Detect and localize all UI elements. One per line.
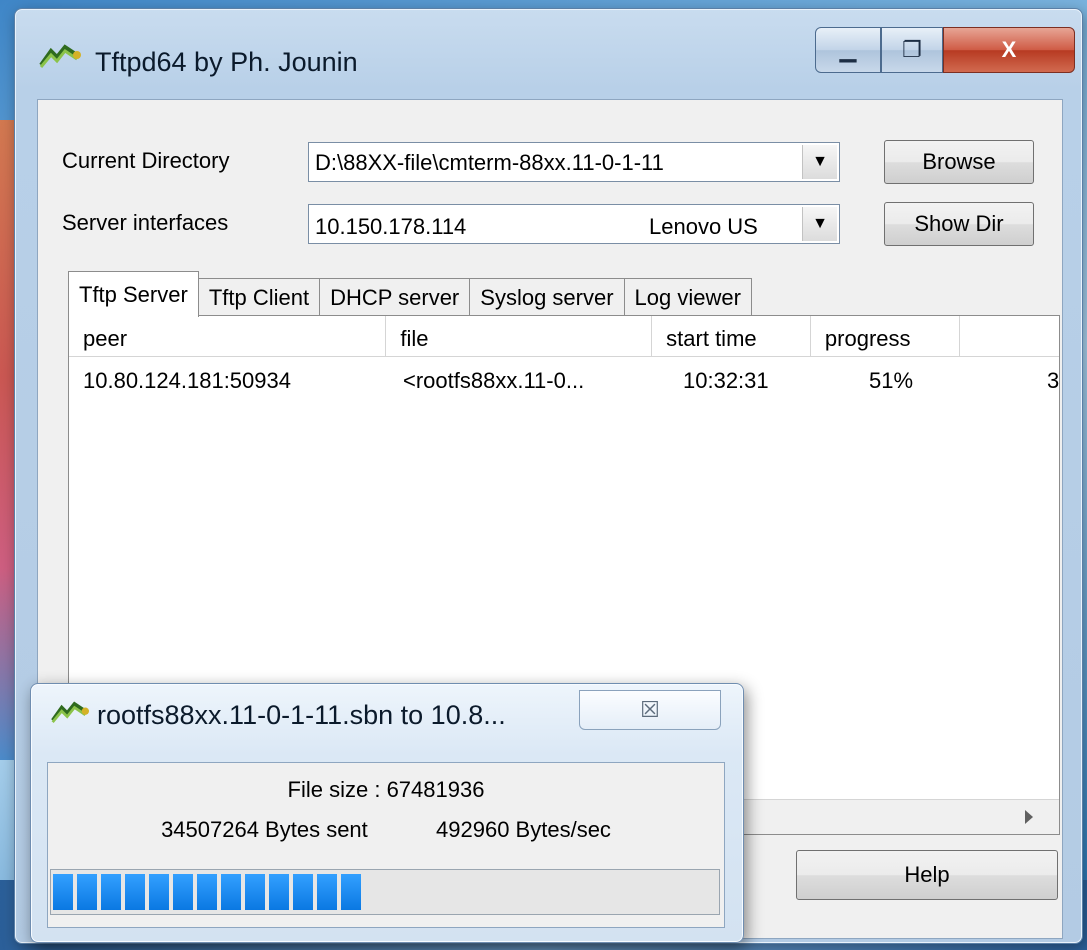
progress-chunk xyxy=(101,874,121,910)
server-interfaces-combo[interactable]: 10.150.178.114 Lenovo US ▼ xyxy=(308,204,840,244)
close-icon: ☒ xyxy=(640,697,660,722)
maximize-button[interactable]: ❐ xyxy=(881,27,943,73)
dialog-body: File size : 67481936 34507264 Bytes sent… xyxy=(47,762,725,928)
title-bar[interactable]: Tftpd64 by Ph. Jounin ▁ ❐ X xyxy=(15,9,1082,97)
server-interface-ip: 10.150.178.114 xyxy=(315,214,467,239)
progress-chunk xyxy=(269,874,289,910)
tftpd-app-icon xyxy=(39,44,81,68)
scroll-right-icon[interactable] xyxy=(1025,810,1033,824)
progress-chunk xyxy=(293,874,313,910)
progress-fill xyxy=(53,874,384,910)
server-interfaces-label: Server interfaces xyxy=(62,210,229,235)
tab-dhcp-server[interactable]: DHCP server xyxy=(319,278,471,316)
current-directory-label: Current Directory xyxy=(62,148,230,173)
tab-strip: Tftp Server Tftp Client DHCP server Sysl… xyxy=(68,270,752,317)
dialog-title: rootfs88xx.11-0-1-11.sbn to 10.8... xyxy=(97,700,506,730)
minimize-icon: ▁ xyxy=(839,37,857,62)
column-header-extra[interactable] xyxy=(960,316,1059,356)
tab-tftp-server[interactable]: Tftp Server xyxy=(68,271,199,317)
rate-text: 492960 Bytes/sec xyxy=(436,817,611,842)
progress-chunk xyxy=(341,874,361,910)
progress-chunk xyxy=(317,874,337,910)
minimize-button[interactable]: ▁ xyxy=(815,27,881,73)
cell-progress: 51% xyxy=(869,368,914,393)
progress-chunk xyxy=(149,874,169,910)
transfer-progress-bar xyxy=(50,869,720,915)
column-header-peer[interactable]: peer xyxy=(69,316,387,356)
tftpd-app-icon xyxy=(51,701,89,723)
cell-file: <rootfs88xx.11-0... xyxy=(403,368,585,393)
close-button[interactable]: X xyxy=(943,27,1075,73)
progress-chunk xyxy=(245,874,265,910)
bytes-sent-text: 34507264 Bytes sent xyxy=(161,817,368,842)
maximize-icon: ❐ xyxy=(902,37,922,62)
transfer-progress-dialog: rootfs88xx.11-0-1-11.sbn to 10.8... ☒ Fi… xyxy=(30,683,744,943)
progress-chunk xyxy=(197,874,217,910)
cell-peer: 10.80.124.181:50934 xyxy=(83,368,291,393)
progress-chunk xyxy=(221,874,241,910)
current-directory-combo[interactable]: D:\88XX-file\cmterm-88xx.11-0-1-11 ▼ xyxy=(308,142,840,182)
progress-chunk xyxy=(53,874,73,910)
help-button[interactable]: Help xyxy=(796,850,1058,900)
table-row[interactable]: 10.80.124.181:50934 <rootfs88xx.11-0... … xyxy=(69,368,1059,394)
listview-header: peer file start time progress xyxy=(69,316,1059,357)
tab-syslog-server[interactable]: Syslog server xyxy=(469,278,625,316)
column-header-start-time[interactable]: start time xyxy=(652,316,811,356)
tab-tftp-client[interactable]: Tftp Client xyxy=(197,278,321,316)
close-icon: X xyxy=(1001,37,1017,62)
chevron-down-icon[interactable]: ▼ xyxy=(802,145,837,179)
cell-start-time: 10:32:31 xyxy=(683,368,769,393)
chevron-down-icon[interactable]: ▼ xyxy=(802,207,837,241)
cell-extra: 34 xyxy=(1047,368,1059,393)
show-dir-button[interactable]: Show Dir xyxy=(884,202,1034,246)
browse-button[interactable]: Browse xyxy=(884,140,1034,184)
caption-buttons: ▁ ❐ X xyxy=(815,27,1079,73)
server-interface-name: Lenovo US xyxy=(649,214,758,239)
column-header-progress[interactable]: progress xyxy=(811,316,960,356)
tab-log-viewer[interactable]: Log viewer xyxy=(623,278,752,316)
progress-chunk xyxy=(173,874,193,910)
progress-chunk xyxy=(125,874,145,910)
window-title: Tftpd64 by Ph. Jounin xyxy=(95,47,358,77)
transfer-stats: 34507264 Bytes sent 492960 Bytes/sec xyxy=(48,817,724,843)
current-directory-value: D:\88XX-file\cmterm-88xx.11-0-1-11 xyxy=(315,150,664,175)
column-header-file[interactable]: file xyxy=(386,316,653,356)
dialog-close-button[interactable]: ☒ xyxy=(579,690,721,730)
file-size-text: File size : 67481936 xyxy=(287,777,485,802)
progress-chunk xyxy=(77,874,97,910)
